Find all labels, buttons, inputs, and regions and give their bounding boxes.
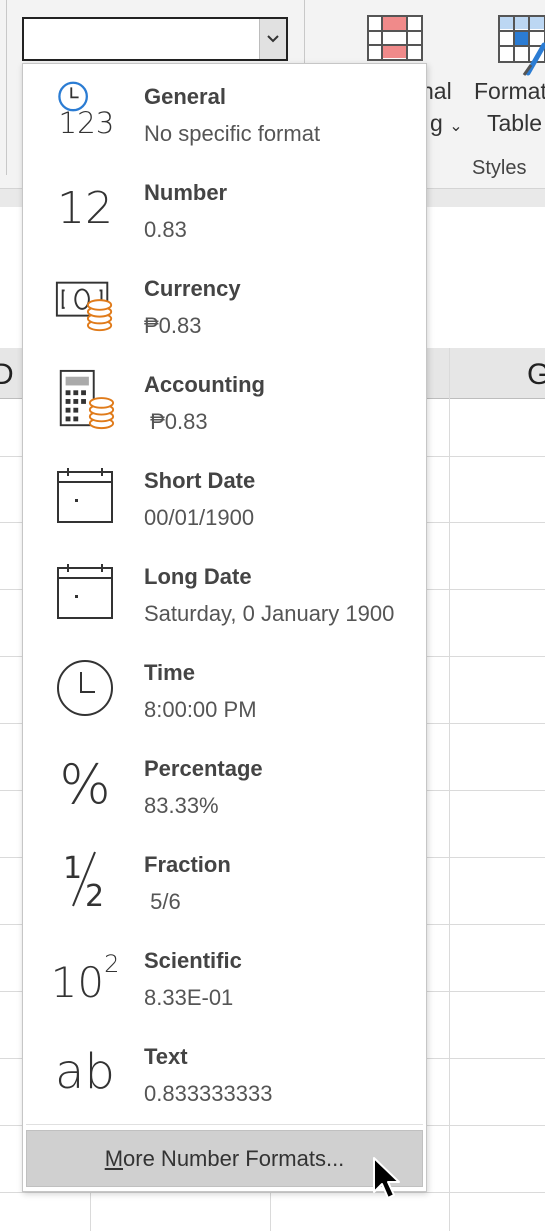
svg-text:1: 1 xyxy=(63,851,82,886)
menu-item-number-sample: 0.83 xyxy=(144,217,187,242)
menu-item-percentage[interactable]: % Percentage 83.33% xyxy=(23,736,426,832)
menu-item-general[interactable]: 123 General No specific format xyxy=(23,64,426,160)
percent-icon: % xyxy=(53,748,117,820)
format-as-table-button[interactable]: Format Table xyxy=(470,10,545,140)
format-table-label-2: Table xyxy=(487,110,542,136)
menu-item-short-date[interactable]: Short Date 00/01/1900 xyxy=(23,448,426,544)
number-format-dropdown-button[interactable] xyxy=(259,19,286,59)
menu-item-scientific-sample: 8.33E-01 xyxy=(144,985,234,1010)
mouse-pointer-icon xyxy=(373,1157,400,1199)
menu-item-percentage-label: Percentage xyxy=(144,756,263,781)
menu-separator xyxy=(26,1124,423,1125)
menu-item-short-date-sample: 00/01/1900 xyxy=(144,505,255,530)
format-as-table-icon xyxy=(498,15,545,76)
more-number-formats-accelerator: M xyxy=(104,1145,124,1171)
grid-line xyxy=(90,1192,91,1231)
menu-item-short-date-label: Short Date xyxy=(144,468,256,493)
menu-item-long-date[interactable]: Long Date Saturday, 0 January 1900 xyxy=(23,544,426,640)
menu-item-number[interactable]: 12 Number 0.83 xyxy=(23,160,426,256)
menu-item-percentage-sample: 83.33% xyxy=(144,793,219,818)
number-format-menu: 123 General No specific format 12 Number… xyxy=(22,63,427,1192)
menu-item-long-date-label: Long Date xyxy=(144,564,252,589)
text-ab-glyph: ab xyxy=(55,1044,115,1100)
accounting-calculator-coins-icon xyxy=(53,364,117,436)
menu-item-accounting-label: Accounting xyxy=(144,372,265,397)
grid-line xyxy=(270,1192,271,1231)
more-number-formats-label: ore Number Formats... xyxy=(123,1145,345,1171)
menu-item-time[interactable]: Time 8:00:00 PM xyxy=(23,640,426,736)
menu-item-accounting[interactable]: Accounting ₱0.83 xyxy=(23,352,426,448)
menu-item-long-date-sample: Saturday, 0 January 1900 xyxy=(144,601,395,626)
column-header-g[interactable]: G xyxy=(527,358,545,392)
menu-item-fraction[interactable]: 1 2 Fraction 5/6 xyxy=(23,832,426,928)
chevron-down-icon: ⌄ xyxy=(449,118,463,135)
menu-item-scientific[interactable]: 10 2 Scientific 8.33E-01 xyxy=(23,928,426,1024)
scientific-exponent: 2 xyxy=(104,950,120,978)
menu-item-currency[interactable]: Currency ₱0.83 xyxy=(23,256,426,352)
conditional-label-2: g ⌄ xyxy=(430,110,463,137)
menu-item-text-label: Text xyxy=(144,1044,188,1069)
scientific-ten-squared-icon: 10 2 xyxy=(50,940,120,1012)
menu-item-scientific-label: Scientific xyxy=(144,948,242,973)
currency-banknote-coins-icon xyxy=(53,268,117,340)
menu-item-fraction-sample: 5/6 xyxy=(144,889,181,914)
menu-item-time-sample: 8:00:00 PM xyxy=(144,697,257,722)
menu-item-time-label: Time xyxy=(144,660,195,685)
percent-glyph: % xyxy=(59,752,111,816)
menu-item-number-label: Number xyxy=(144,180,228,205)
number-12-glyph: 12 xyxy=(57,182,113,234)
chevron-down-icon xyxy=(267,35,279,43)
menu-item-text-sample: 0.833333333 xyxy=(144,1081,273,1106)
menu-item-fraction-label: Fraction xyxy=(144,852,231,877)
column-header-d[interactable]: D xyxy=(0,358,14,392)
scientific-ten: 10 xyxy=(50,957,105,1007)
general-clock-123-icon: 123 xyxy=(53,76,117,148)
menu-item-general-label: General xyxy=(144,84,226,109)
svg-text:2: 2 xyxy=(85,879,104,912)
long-date-calendar-icon xyxy=(53,556,117,628)
menu-item-currency-label: Currency xyxy=(144,276,241,301)
more-number-formats-button[interactable]: More Number Formats... xyxy=(26,1130,423,1187)
text-ab-icon: ab xyxy=(53,1036,117,1108)
general-digits: 123 xyxy=(58,106,114,140)
short-date-calendar-icon xyxy=(53,460,117,532)
menu-item-currency-sample: ₱0.83 xyxy=(144,313,202,338)
number-format-combobox[interactable] xyxy=(22,17,288,61)
conditional-label-2-text: g xyxy=(430,110,443,136)
ribbon-separator xyxy=(6,0,7,175)
conditional-formatting-icon xyxy=(367,15,423,61)
menu-item-accounting-sample: ₱0.83 xyxy=(144,409,208,434)
clock-icon xyxy=(53,652,117,724)
grid-line xyxy=(0,1192,545,1193)
number-12-icon: 12 xyxy=(53,172,117,244)
menu-item-text[interactable]: ab Text 0.833333333 xyxy=(23,1024,426,1120)
styles-group-label: Styles xyxy=(472,157,527,179)
fraction-half-icon: 1 2 xyxy=(53,844,117,916)
menu-item-general-sample: No specific format xyxy=(144,121,321,146)
format-table-label-1: Format xyxy=(474,78,545,104)
